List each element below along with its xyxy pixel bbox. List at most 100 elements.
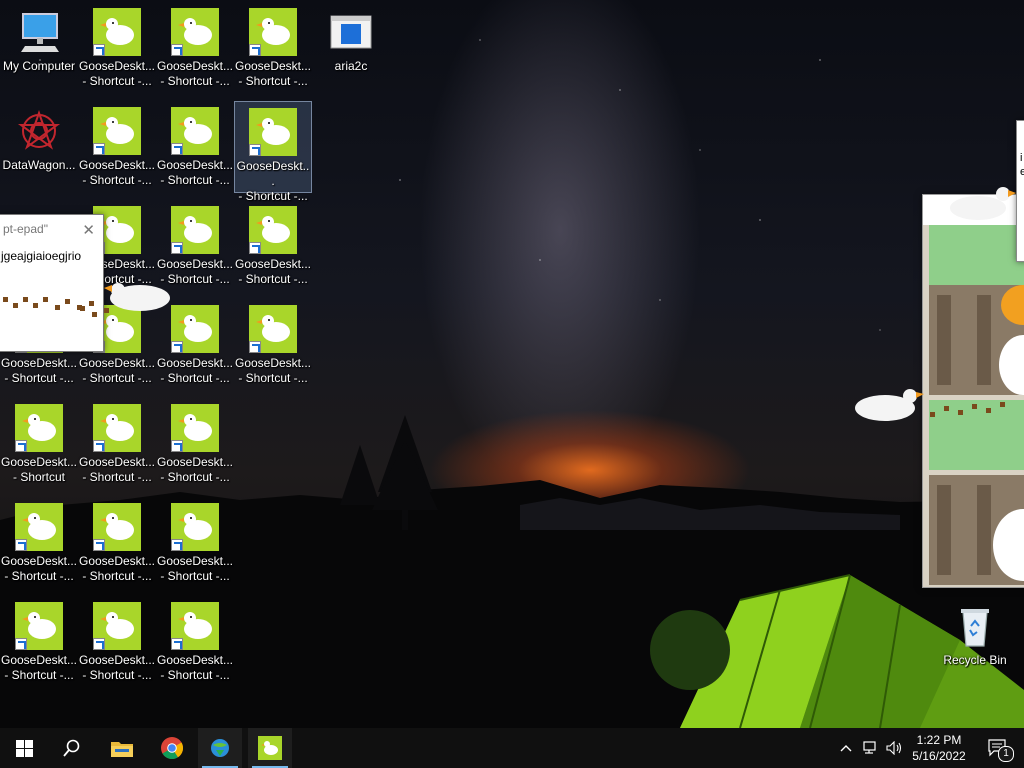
desktop-icon-goose-shortcut[interactable]: GooseDeskt... - Shortcut -... [0,497,78,589]
start-button[interactable] [0,728,48,768]
desktop-icon-goose-shortcut[interactable]: GooseDeskt... - Shortcut -... [156,596,234,688]
goose-icon [171,107,219,155]
goose-icon [15,503,63,551]
computer-icon [15,8,63,56]
desktop-icon-label: GooseDeskt... - Shortcut -... [0,356,78,385]
desktop-icon-goose-shortcut[interactable]: GooseDeskt... - Shortcut -... [78,2,156,94]
goose-icon [171,8,219,56]
goose-footprints [3,297,94,310]
goose-icon [93,503,141,551]
goose-icon [171,503,219,551]
recycle-bin-icon [951,602,999,650]
goose-icon [171,206,219,254]
desktop-icon-label: GooseDeskt... - Shortcut -... [236,159,310,203]
desktop-icon-goose-shortcut[interactable]: GooseDeskt... - Shortcut -... [156,101,234,193]
show-hidden-icons-button[interactable] [836,728,856,768]
desktop-icon-my-computer[interactable]: My Computer [0,2,78,94]
partial-window[interactable]: i e [1016,120,1024,262]
windows-logo-icon [15,739,33,757]
desktop-icon-label: GooseDeskt... - Shortcut -... [156,257,234,286]
desktop-icon-label: DataWagon... [2,158,76,172]
globe-download-icon [211,739,229,757]
desktop-icon-label: GooseDeskt... - Shortcut -... [0,554,78,583]
goose-icon [249,305,297,353]
goose-icon [171,305,219,353]
download-manager-button[interactable] [198,728,242,768]
clock-time: 1:22 PM [916,733,962,747]
datawagon-icon [15,107,63,155]
desktop-icon-label: GooseDeskt... - Shortcut -... [78,455,156,484]
desktop-icon-label: GooseDeskt... - Shortcut -... [156,59,234,88]
goose-icon [93,602,141,650]
desktop-icon-label: GooseDeskt... - Shortcut -... [156,554,234,583]
goose-icon [15,602,63,650]
desktop-icon-goose-shortcut[interactable]: GooseDeskt... - Shortcut -... [156,200,234,292]
desktop-icon-label: GooseDeskt... - Shortcut -... [234,257,312,286]
goose-icon [171,602,219,650]
desktop-icon-label: GooseDeskt... - Shortcut -... [78,653,156,682]
desktop-icon-goose-shortcut[interactable]: GooseDeskt... - Shortcut -... [156,497,234,589]
desktop[interactable]: My Computer GooseDeskt... - Shortcut -...… [0,0,1024,728]
search-icon [63,739,80,757]
network-icon [863,741,876,754]
goose-icon [249,206,297,254]
desktop-icon-label: GooseDeskt... - Shortcut -... [234,356,312,385]
desktop-icon-label: GooseDeskt... - Shortcut -... [78,554,156,583]
close-icon[interactable]: ✕ [82,221,95,239]
desktop-icon-label: GooseDeskt... - Shortcut -... [78,158,156,187]
desktop-icon-label: GooseDeskt... - Shortcut [0,455,78,484]
desktop-icon-goose-shortcut[interactable]: GooseDeskt... - Shortcut -... [156,299,234,391]
goose-desktop-button[interactable] [248,728,292,768]
desktop-icon-label: GooseDeskt... - Shortcut -... [78,59,156,88]
desktop-icon-label: GooseDeskt... - Shortcut -... [156,356,234,385]
desktop-icon-goose-shortcut[interactable]: GooseDeskt... - Shortcut -... [234,299,312,391]
desktop-icon-label: aria2c [334,59,368,73]
goose-icon [93,107,141,155]
chrome-button[interactable] [148,728,196,768]
network-button[interactable] [860,728,882,768]
desktop-icon-goose-shortcut[interactable]: GooseDeskt... - Shortcut -... [78,398,156,490]
desktop-icon-goose-shortcut[interactable]: GooseDeskt... - Shortcut -... [78,101,156,193]
desktop-icon-label: GooseDeskt... - Shortcut -... [78,356,156,385]
desktop-icon-label: My Computer [2,59,76,73]
goose-icon [93,404,141,452]
desktop-icon-goose-shortcut[interactable]: GooseDeskt... - Shortcut -... [78,596,156,688]
goose-icon [249,108,297,156]
goose-icon [93,8,141,56]
notification-count-badge: 1 [998,746,1014,762]
desktop-icon-label: GooseDeskt... - Shortcut -... [234,59,312,88]
desktop-icon-goose-shortcut[interactable]: GooseDeskt... - Shortcut -... [234,200,312,292]
meme-image [923,195,1024,585]
chrome-icon [161,737,183,759]
taskbar: 1:22 PM 5/16/2022 1 [0,728,1024,768]
desktop-icon-aria2c[interactable]: aria2c [312,2,390,94]
desktop-icon-goose-shortcut[interactable]: GooseDeskt... - Shortcut -... [78,497,156,589]
desktop-icon-goose-shortcut[interactable]: GooseDeskt... - Shortcut -... [234,101,312,203]
file-explorer-button[interactable] [98,728,146,768]
desktop-icon-goose-shortcut[interactable]: GooseDeskt... - Shortcut [0,398,78,490]
desktop-icon-goose-shortcut[interactable]: GooseDeskt... - Shortcut -... [234,2,312,94]
search-button[interactable] [48,728,96,768]
notepad-window[interactable]: pt-epad" ✕ jgeajgiaioegjrio [0,214,104,352]
desktop-icon-label: GooseDeskt... - Shortcut -... [156,158,234,187]
goose-icon [258,736,282,760]
desktop-icon-recycle-bin[interactable]: Recycle Bin [936,596,1014,688]
taskbar-clock[interactable]: 1:22 PM 5/16/2022 [902,732,976,764]
folder-icon [111,742,133,757]
desktop-icon-label: GooseDeskt... - Shortcut -... [0,653,78,682]
desktop-icon-goose-shortcut[interactable]: GooseDeskt... - Shortcut -... [0,596,78,688]
aria2c-icon [327,8,375,56]
desktop-icon-goose-shortcut[interactable]: GooseDeskt... - Shortcut -... [156,2,234,94]
desktop-icon-goose-shortcut[interactable]: GooseDeskt... - Shortcut -... [156,398,234,490]
desktop-icon-label: Recycle Bin [943,653,1007,667]
clock-date: 5/16/2022 [912,749,966,763]
desktop-icon-label: GooseDeskt... - Shortcut -... [156,455,234,484]
desktop-icon-label: GooseDeskt... - Shortcut -... [156,653,234,682]
notepad-text[interactable]: jgeajgiaioegjrio [0,243,103,263]
goose-meme-window[interactable] [922,194,1024,588]
partial-window-text: i e [1020,152,1024,178]
action-center-button[interactable]: 1 [978,728,1018,768]
desktop-icon-datawagon[interactable]: DataWagon... [0,101,78,193]
goose-icon [15,404,63,452]
goose-icon [171,404,219,452]
